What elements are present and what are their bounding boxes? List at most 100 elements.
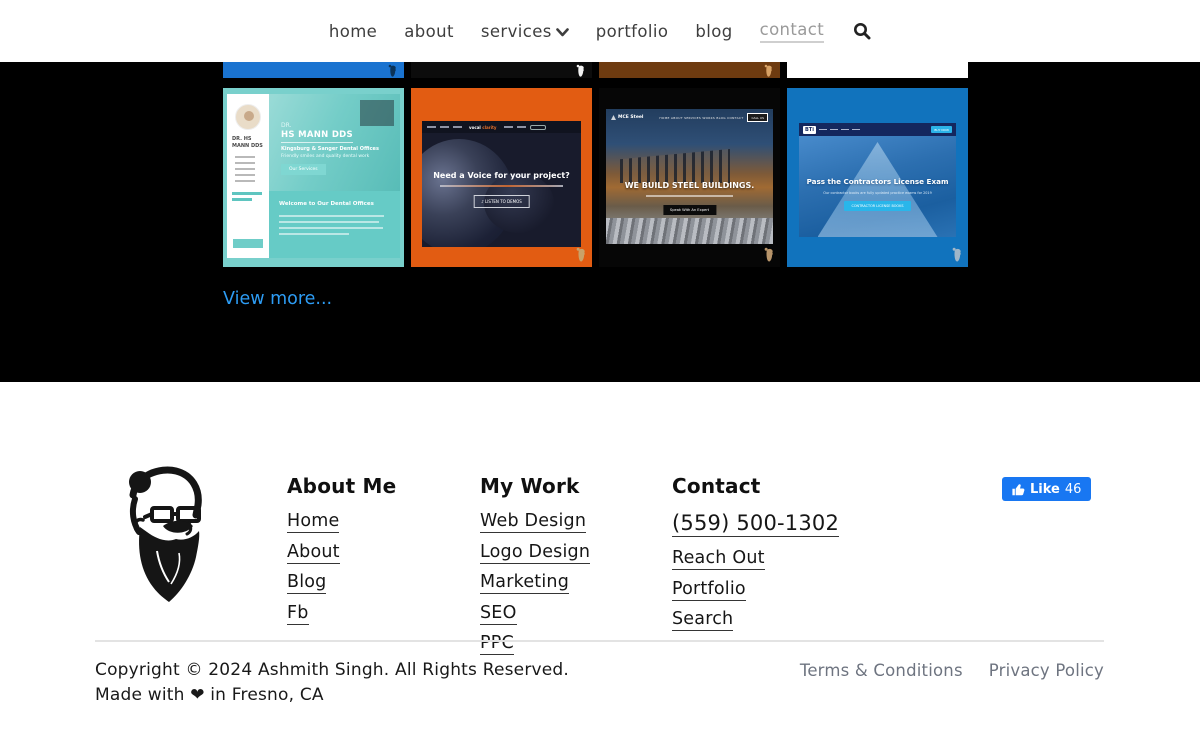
nav-link-home[interactable]: home <box>329 22 377 41</box>
dental-sidebar-name: DR. HS MANN DDS <box>232 136 266 149</box>
steel-nav-links: HOME ABOUT SERVICES WORKS BLOG CONTACT <box>659 116 743 120</box>
site-footer: About Me Home About Blog Fb My Work Web … <box>0 382 1200 755</box>
dental-menu-line <box>235 168 255 170</box>
beard-watermark-icon <box>575 64 586 78</box>
bti-subtitle: Our contractor books are fully updated p… <box>799 191 956 195</box>
footer-link-seo[interactable]: SEO <box>480 603 517 625</box>
vocal-nav-button <box>530 125 546 130</box>
privacy-link[interactable]: Privacy Policy <box>989 661 1104 680</box>
nav-link-about[interactable]: about <box>404 22 454 41</box>
contact-heading: Contact <box>672 474 839 498</box>
dental-hero-title: HS MANN DDS <box>281 130 353 143</box>
vocal-screenshot: vocal clarity Need a Voice for your proj… <box>422 121 581 247</box>
footer-divider <box>95 640 1104 642</box>
vocal-navbar: vocal clarity <box>422 121 581 133</box>
beard-watermark-icon <box>763 247 775 263</box>
portfolio-thumb-vocal[interactable]: vocal clarity Need a Voice for your proj… <box>411 88 592 267</box>
bti-buy-button: BUY NOW <box>931 126 952 133</box>
terms-link[interactable]: Terms & Conditions <box>800 661 963 680</box>
footer-contact-column: Contact (559) 500-1302 Reach Out Portfol… <box>672 474 839 640</box>
dental-menu-line <box>235 162 255 164</box>
steel-brand: MCE Steel <box>611 115 643 120</box>
like-count: 46 <box>1065 482 1082 497</box>
bti-logo: BTi <box>803 126 816 134</box>
footer-about-me-column: About Me Home About Blog Fb <box>287 474 396 633</box>
dental-welcome-title: Welcome to Our Dental Offices <box>279 201 374 207</box>
dental-text-line <box>279 227 383 229</box>
steel-headline: WE BUILD STEEL BUILDINGS. <box>606 181 773 190</box>
nav-link-blog[interactable]: blog <box>695 22 732 41</box>
footer-link-marketing[interactable]: Marketing <box>480 572 569 594</box>
footer-link-ppc[interactable]: PPC <box>480 633 514 655</box>
nav-link-portfolio[interactable]: portfolio <box>596 22 669 41</box>
dental-text-line <box>279 233 349 235</box>
portfolio-section: DR. HS MANN DDS DR. HS MANN DDS Kingsbur… <box>0 62 1200 382</box>
footer-link-portfolio[interactable]: Portfolio <box>672 579 746 601</box>
dental-hero-subtitle: Kingsburg & Sanger Dental Offices <box>281 146 379 152</box>
dental-page: DR. HS MANN DDS DR. HS MANN DDS Kingsbur… <box>227 94 400 258</box>
legal-links: Terms & Conditions Privacy Policy <box>800 661 1104 680</box>
vocal-headline: Need a Voice for your project? <box>422 171 581 180</box>
dental-menu-line <box>235 174 255 176</box>
copyright-text: Copyright © 2024 Ashmith Singh. All Righ… <box>95 660 569 680</box>
footer-link-about[interactable]: About <box>287 542 340 564</box>
view-more-link[interactable]: View more... <box>223 289 332 309</box>
steel-expert-button: Speak With An Expert <box>663 205 716 215</box>
vocal-brand: vocal clarity <box>469 125 497 130</box>
dentist-avatar <box>235 104 261 130</box>
beard-watermark-icon <box>951 247 963 263</box>
dental-welcome-section: Welcome to Our Dental Offices <box>269 191 400 258</box>
bti-headline: Pass the Contractors License Exam <box>799 177 956 186</box>
portfolio-thumb-steel[interactable]: MCE Steel HOME ABOUT SERVICES WORKS BLOG… <box>599 88 780 267</box>
chevron-down-icon <box>556 26 569 37</box>
footer-link-fb[interactable]: Fb <box>287 603 309 625</box>
steel-subtext-line <box>646 195 733 197</box>
footer-link-reach-out[interactable]: Reach Out <box>672 548 765 570</box>
nav-link-contact-active[interactable]: contact <box>760 20 825 43</box>
steel-call-button: CALL US <box>747 113 768 122</box>
vocal-subtext-line <box>440 185 563 187</box>
phone-link[interactable]: (559) 500-1302 <box>672 511 839 537</box>
dental-menu-line <box>235 156 255 158</box>
skyscraper-image <box>818 142 938 237</box>
made-with-text: Made with ❤ in Fresno, CA <box>95 685 324 705</box>
search-icon[interactable] <box>853 22 871 40</box>
bti-books-button: CONTRACTOR LICENSE BOOKS <box>844 201 912 211</box>
nav-link-services-label: services <box>481 22 552 41</box>
my-work-heading: My Work <box>480 474 590 498</box>
vocal-listen-button: ♪ LISTEN TO DEMOS <box>473 195 530 208</box>
steel-beams-image <box>606 218 773 244</box>
steel-screenshot: MCE Steel HOME ABOUT SERVICES WORKS BLOG… <box>606 109 773 244</box>
dental-teal-line <box>232 198 252 201</box>
bti-screenshot: BTi BUY NOW Pass the Contractors License… <box>799 123 956 237</box>
footer-link-blog[interactable]: Blog <box>287 572 326 594</box>
dental-text-line <box>279 215 384 217</box>
beard-watermark-icon <box>387 64 398 78</box>
steel-navbar: MCE Steel HOME ABOUT SERVICES WORKS BLOG… <box>611 113 768 122</box>
footer-link-search[interactable]: Search <box>672 609 733 631</box>
about-me-heading: About Me <box>287 474 396 498</box>
top-navbar: home about services portfolio blog conta… <box>0 0 1200 62</box>
dental-text-line <box>279 221 379 223</box>
dental-hero-kicker: DR. <box>281 122 291 129</box>
footer-link-home[interactable]: Home <box>287 511 339 533</box>
portfolio-thumb-partial-2[interactable] <box>411 62 592 78</box>
dental-services-button: Our Services <box>281 164 326 175</box>
steel-frame-image <box>620 149 730 183</box>
dental-sidebar: DR. HS MANN DDS <box>227 94 269 258</box>
portfolio-thumb-partial-1[interactable] <box>223 62 404 78</box>
footer-my-work-column: My Work Web Design Logo Design Marketing… <box>480 474 590 664</box>
beard-watermark-icon <box>575 247 587 263</box>
dental-menu-line <box>235 180 255 182</box>
portfolio-thumb-partial-4[interactable] <box>787 62 968 78</box>
dental-teal-line <box>232 192 262 195</box>
footer-link-web-design[interactable]: Web Design <box>480 511 586 533</box>
nav-link-services[interactable]: services <box>481 22 569 41</box>
portfolio-thumb-bti[interactable]: BTi BUY NOW Pass the Contractors License… <box>787 88 968 267</box>
facebook-like-button[interactable]: Like 46 <box>1002 477 1091 501</box>
portfolio-thumb-partial-3[interactable] <box>599 62 780 78</box>
footer-link-logo-design[interactable]: Logo Design <box>480 542 590 564</box>
like-label: Like <box>1030 482 1060 497</box>
portfolio-thumb-dental[interactable]: DR. HS MANN DDS DR. HS MANN DDS Kingsbur… <box>223 88 404 267</box>
bearded-man-logo <box>112 462 212 604</box>
